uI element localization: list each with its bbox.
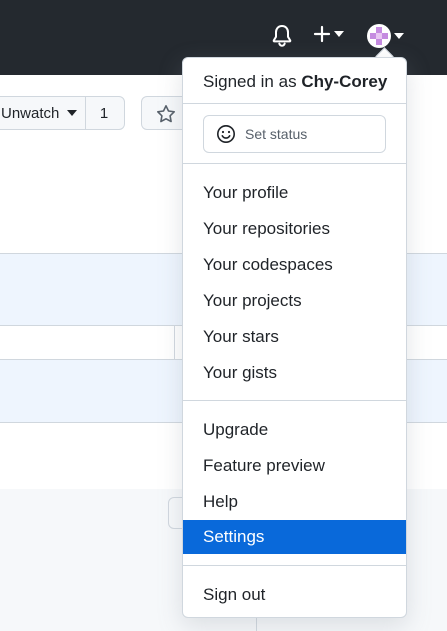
plus-icon bbox=[313, 25, 331, 43]
set-status-button[interactable]: Set status bbox=[203, 115, 386, 153]
divider bbox=[183, 103, 406, 104]
menu-item-settings[interactable]: Settings bbox=[183, 520, 406, 554]
smiley-icon bbox=[216, 124, 236, 144]
menu-item-feature-preview[interactable]: Feature preview bbox=[183, 449, 406, 483]
menu-item-upgrade[interactable]: Upgrade bbox=[183, 413, 406, 447]
user-dropdown-menu: Signed in as Chy-Corey Set status Your p… bbox=[182, 57, 407, 618]
signed-in-prefix: Signed in as bbox=[203, 72, 297, 91]
divider bbox=[183, 400, 406, 401]
caret-down-icon bbox=[67, 110, 78, 116]
user-menu-button[interactable] bbox=[367, 24, 404, 48]
username: Chy-Corey bbox=[301, 72, 388, 91]
set-status-label: Set status bbox=[245, 126, 308, 142]
menu-item-your-stars[interactable]: Your stars bbox=[183, 320, 406, 354]
star-icon bbox=[156, 104, 176, 129]
menu-item-your-codespaces[interactable]: Your codespaces bbox=[183, 248, 406, 282]
avatar bbox=[367, 24, 391, 48]
caret-down-icon bbox=[394, 33, 404, 39]
menu-item-your-gists[interactable]: Your gists bbox=[183, 356, 406, 390]
menu-item-your-repositories[interactable]: Your repositories bbox=[183, 212, 406, 246]
create-new-button[interactable] bbox=[313, 25, 344, 43]
menu-item-your-projects[interactable]: Your projects bbox=[183, 284, 406, 318]
caret-down-icon bbox=[334, 31, 344, 37]
menu-item-help[interactable]: Help bbox=[183, 485, 406, 519]
divider bbox=[183, 163, 406, 164]
watch-count[interactable]: 1 bbox=[85, 105, 123, 122]
unwatch-button[interactable]: Unwatch 1 bbox=[0, 96, 125, 130]
menu-item-sign-out[interactable]: Sign out bbox=[183, 578, 406, 612]
menu-item-your-profile[interactable]: Your profile bbox=[183, 176, 406, 210]
divider bbox=[183, 565, 406, 566]
signed-in-label: Signed in as Chy-Corey bbox=[203, 72, 387, 92]
notifications-button[interactable] bbox=[271, 24, 293, 48]
bell-icon bbox=[272, 25, 292, 47]
unwatch-label: Unwatch bbox=[1, 104, 60, 122]
